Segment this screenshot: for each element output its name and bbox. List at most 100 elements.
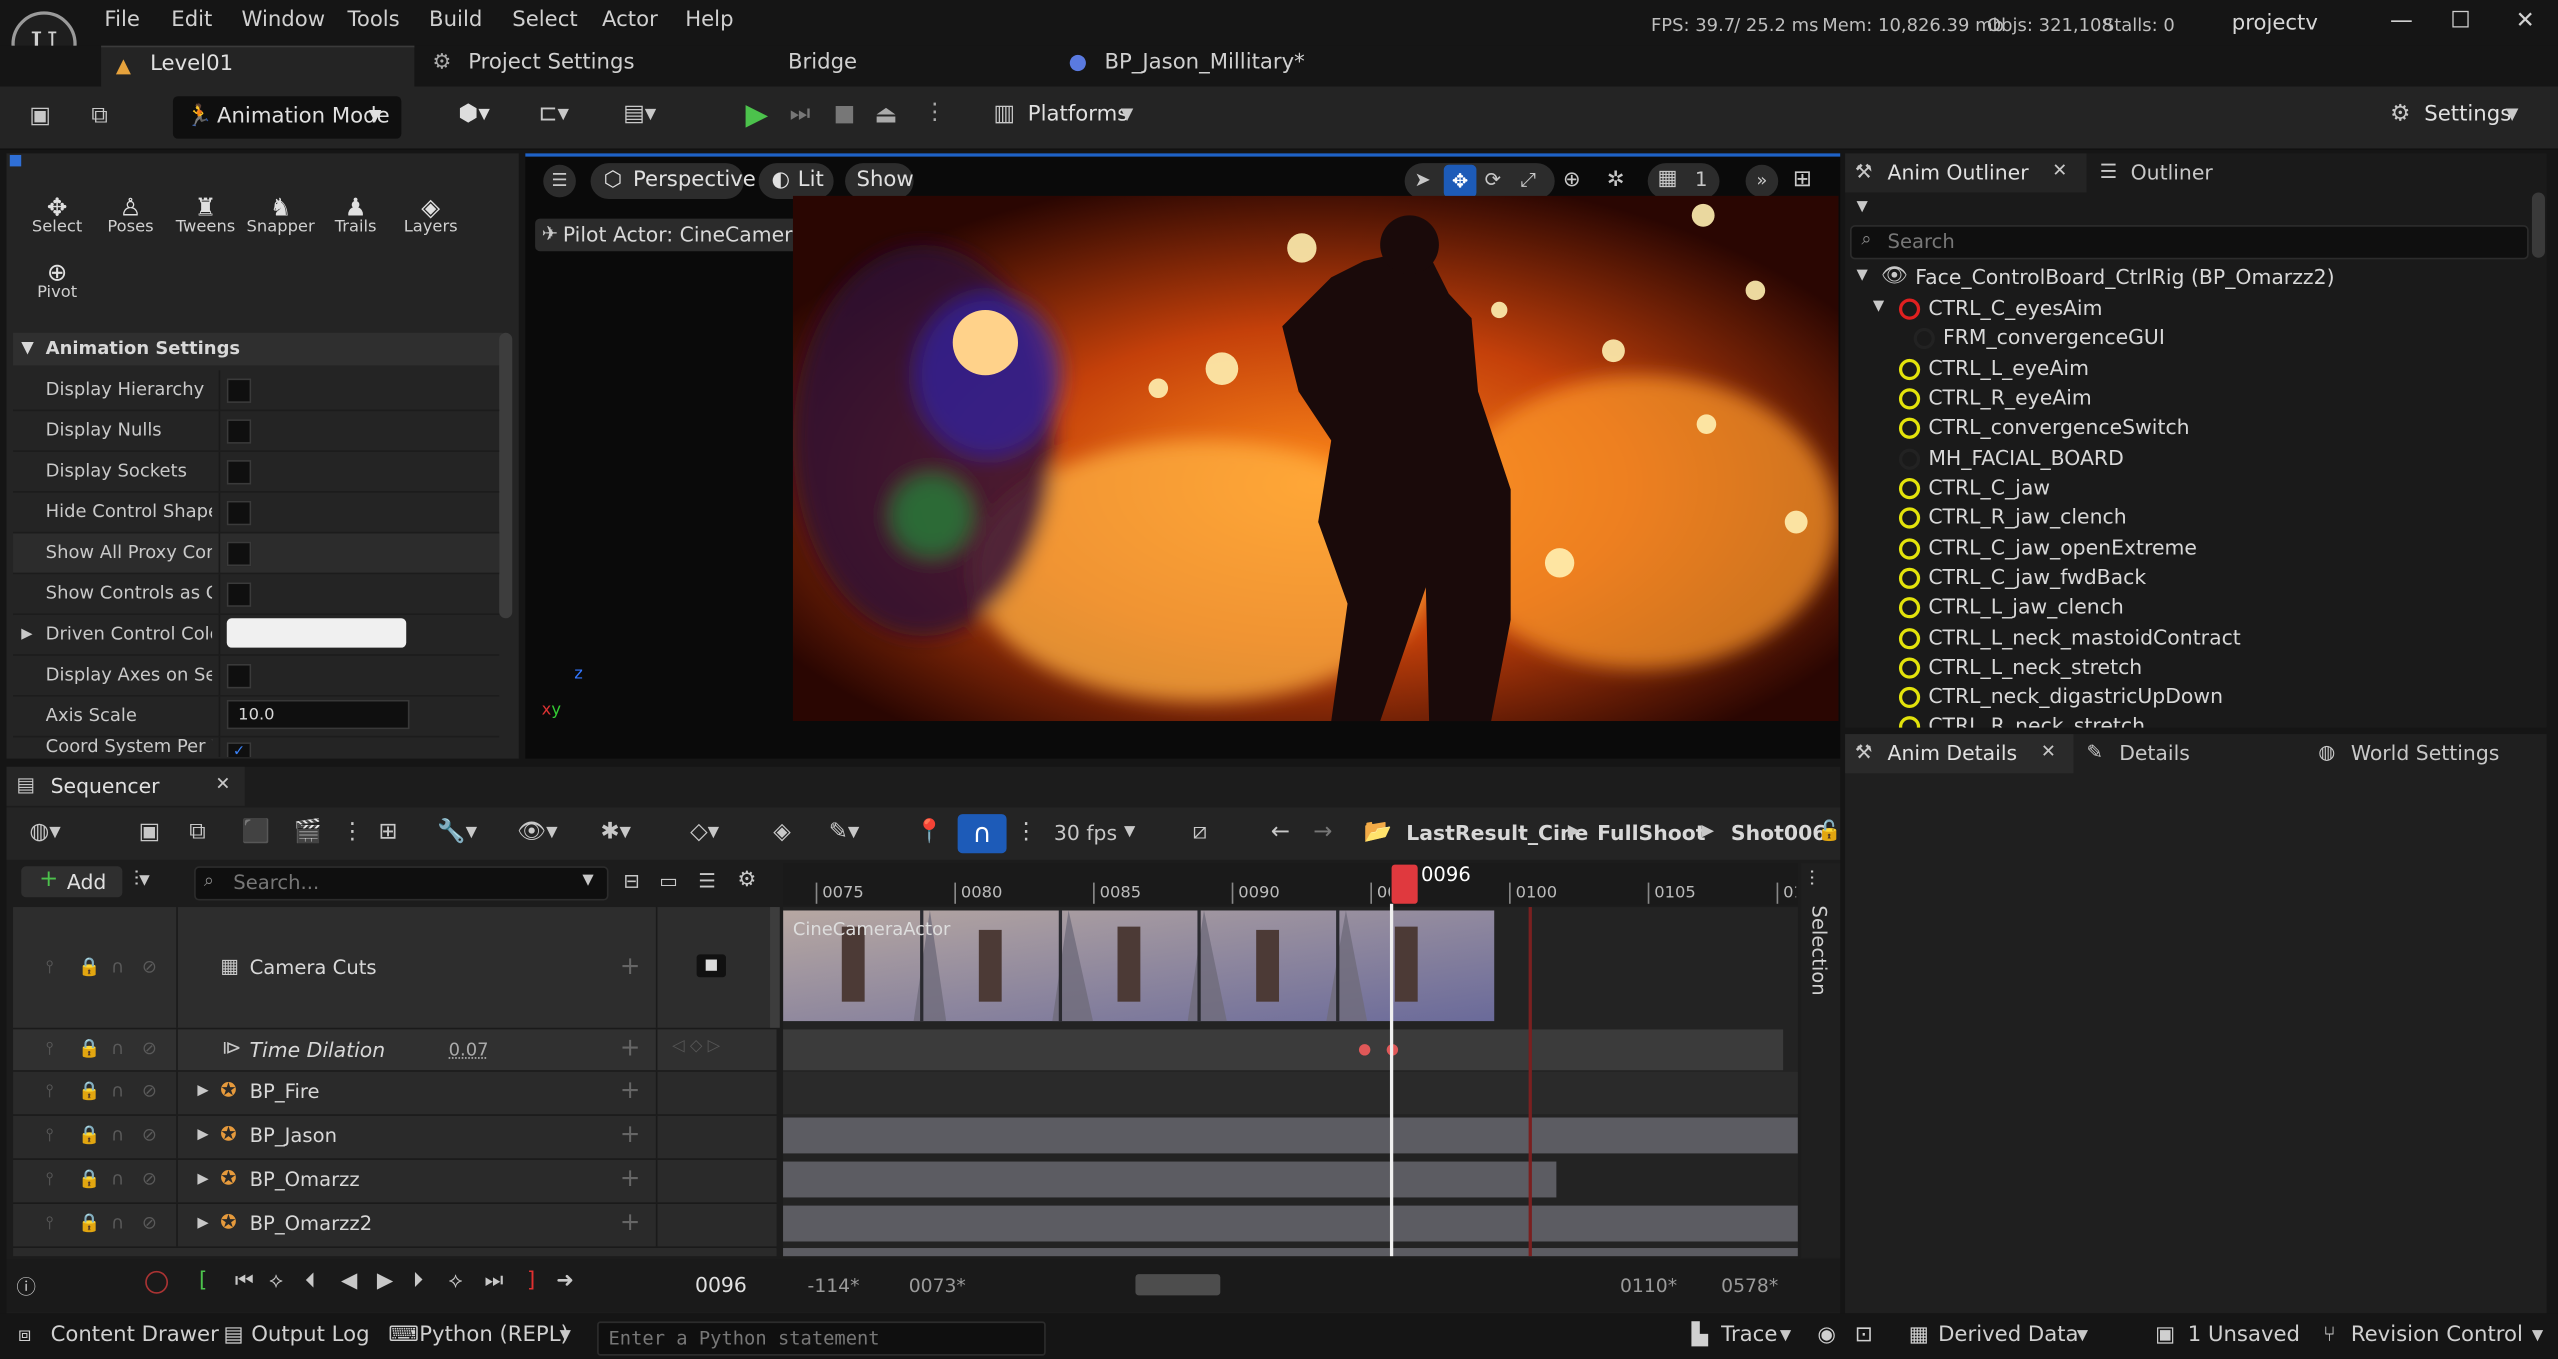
pin-icon[interactable]: ⫯ [46, 1038, 54, 1061]
tool-tweens[interactable]: ♜ Tweens [170, 193, 242, 237]
animation-settings-header[interactable]: ▼ Animation Settings [13, 332, 503, 366]
cinematics-menu-icon[interactable]: ▤▾ [623, 101, 656, 127]
track-bp-jason[interactable]: ⫯ 🔒 ∩ ⊘ ▶ ✪ BP_Jason + [13, 1115, 777, 1160]
save-icon[interactable]: ▣ [29, 103, 51, 129]
current-frame-field[interactable]: 0096 [695, 1272, 747, 1296]
add-to-track-icon[interactable]: + [620, 1163, 641, 1192]
collapse-icon[interactable]: ⊟ [623, 870, 639, 893]
more-options-icon[interactable]: ⋮ [341, 819, 364, 845]
timeline-scroll-thumb[interactable] [1135, 1274, 1221, 1296]
save-as-icon[interactable]: ⧉ [189, 819, 205, 845]
perspective-button[interactable]: ⬡ Perspective [590, 163, 756, 200]
loop-icon[interactable]: ➜ [556, 1269, 574, 1293]
jason-section-bar[interactable] [783, 1117, 1798, 1154]
record-icon[interactable] [145, 1270, 169, 1294]
close-tab-icon[interactable]: ✕ [2052, 160, 2067, 181]
show-button[interactable]: Show [845, 163, 914, 200]
jump-start-icon[interactable]: ⏮ [235, 1269, 254, 1293]
step-icon[interactable]: ⏭ [790, 101, 811, 127]
python-input[interactable]: Enter a Python statement [597, 1321, 1046, 1356]
sequencer-settings-icon[interactable]: ⚙ [737, 868, 756, 892]
outliner-item[interactable]: CTRL_R_eyeAim [1898, 385, 2092, 410]
play-icon[interactable]: ▶ [746, 98, 769, 132]
prev-key-icon[interactable]: ◁ ◇ ▷ [672, 1038, 720, 1056]
chevron-down-icon[interactable]: ▼ [1857, 199, 1868, 215]
breadcrumb-lastresult[interactable]: LastResult_Cine [1406, 821, 1588, 845]
auto-key-icon[interactable]: ◈ [773, 819, 791, 845]
display-nulls-checkbox[interactable] [226, 419, 252, 444]
lock-icon[interactable]: 🔓 [1817, 819, 1841, 842]
add-to-track-icon[interactable]: + [620, 1075, 641, 1104]
info-icon[interactable]: ⓘ [16, 1272, 36, 1300]
outliner-item[interactable]: CTRL_C_eyesAim [1898, 295, 2102, 320]
view-range-end[interactable]: 0578* [1721, 1274, 1778, 1297]
menu-window[interactable]: Window [241, 8, 325, 32]
add-track-button[interactable]: + Add [21, 866, 123, 898]
playback-range-end[interactable]: 0110* [1620, 1274, 1677, 1297]
axis-scale-input[interactable]: 10.0 [226, 699, 410, 730]
pin-icon[interactable]: ⫯ [46, 956, 54, 979]
scale-icon[interactable]: ⤢ [1520, 168, 1536, 192]
viewport-layout-icon[interactable]: ⊞ [1793, 166, 1812, 192]
track-list-scrollbar[interactable] [770, 907, 780, 1028]
tab-anim-details[interactable]: ⚒ Anim Details ✕ [1845, 734, 2074, 774]
tool-select[interactable]: ✥ Select [21, 193, 93, 237]
playhead-line[interactable] [1389, 903, 1394, 1257]
tab-bp-jason[interactable]: BP_Jason_Millitary* [1104, 46, 1304, 87]
marker-icon[interactable]: 📍 [915, 819, 943, 845]
outliner-item[interactable]: CTRL_R_neck_stretch [1898, 713, 2145, 728]
tool-poses[interactable]: ♙ Poses [95, 193, 167, 237]
time-dilation-value[interactable]: 0.07 [449, 1039, 489, 1060]
outliner-item[interactable]: CTRL_C_jaw_openExtreme [1898, 535, 2197, 560]
chevron-right-icon[interactable]: ▶ [197, 1215, 208, 1231]
mute-icon[interactable]: ⊘ [142, 1038, 157, 1059]
mute-icon[interactable]: ⊘ [142, 1124, 157, 1145]
source-control-icon[interactable]: ⧉ [91, 103, 107, 129]
pin-icon[interactable]: ⫯ [46, 1080, 54, 1103]
track-bp-fire[interactable]: ⫯ 🔒 ∩ ⊘ ▶ ✪ BP_Fire + [13, 1071, 777, 1116]
grid-snap-control[interactable]: ▦ 1 [1647, 163, 1720, 200]
filter-icon[interactable]: ⫶▾ [134, 868, 150, 892]
menu-actor[interactable]: Actor [602, 8, 658, 32]
back-arrow-icon[interactable]: ← [1271, 819, 1290, 845]
outliner-item[interactable]: CTRL_L_neck_mastoidContract [1898, 625, 2241, 650]
camera-lock-icon[interactable]: ■ [696, 954, 726, 978]
lock-track-icon[interactable]: 🔒 [78, 1080, 100, 1101]
wrench-icon[interactable]: 🔧▾ [437, 819, 477, 845]
hierarchy-icon[interactable]: ⊞ [378, 819, 397, 845]
track-layout-icon[interactable]: ▭ [659, 870, 678, 893]
chevron-down-icon[interactable]: ▼ [1857, 268, 1868, 284]
tab-level01[interactable]: ▲ Level01 [101, 45, 415, 89]
list-icon[interactable]: ☰ [698, 870, 716, 893]
python-console-dropdown[interactable]: Python (REPL) [419, 1323, 569, 1347]
menu-select[interactable]: Select [512, 8, 577, 32]
record-trace-icon[interactable]: ◉ [1817, 1323, 1836, 1347]
display-sockets-checkbox[interactable] [226, 460, 252, 485]
outliner-item[interactable]: CTRL_L_jaw_clench [1898, 594, 2124, 619]
breadcrumb-shot006[interactable]: Shot006 [1731, 821, 1827, 845]
menu-help[interactable]: Help [685, 8, 733, 32]
solo-icon[interactable]: ∩ [111, 1124, 124, 1145]
solo-icon[interactable]: ∩ [111, 1080, 124, 1101]
set-end-icon[interactable]: ] [527, 1269, 535, 1293]
time-dilation-lane[interactable] [783, 1029, 1784, 1071]
solo-icon[interactable]: ∩ [111, 1038, 124, 1059]
time-dilation-key[interactable] [1358, 1044, 1371, 1056]
menu-file[interactable]: File [104, 8, 140, 32]
content-drawer-button[interactable]: Content Drawer [51, 1323, 219, 1347]
chevron-right-icon[interactable]: ▶ [197, 1171, 208, 1187]
outliner-search[interactable]: ⌕ Search [1850, 225, 2529, 260]
world-selector-icon[interactable]: ◍▾ [29, 819, 60, 845]
lit-button[interactable]: ◐ Lit [758, 163, 834, 200]
outliner-item[interactable]: CTRL_C_jaw_fwdBack [1898, 564, 2146, 589]
tab-sequencer[interactable]: ▤ Sequencer ✕ [6, 766, 245, 806]
tab-outliner[interactable]: Outliner [2131, 160, 2213, 184]
screenshot-icon[interactable]: ⊡ [1855, 1323, 1873, 1347]
add-to-track-icon[interactable]: + [620, 1033, 641, 1062]
lock-track-icon[interactable]: 🔒 [78, 1168, 100, 1189]
track-bp-omarzz[interactable]: ⫯ 🔒 ∩ ⊘ ▶ ✪ BP_Omarzz + [13, 1159, 777, 1204]
tool-snapper[interactable]: ♞ Snapper [245, 193, 317, 237]
revision-control-button[interactable]: Revision Control [2351, 1323, 2523, 1347]
solo-icon[interactable]: ∩ [111, 956, 124, 977]
add-to-track-icon[interactable]: + [620, 951, 641, 980]
